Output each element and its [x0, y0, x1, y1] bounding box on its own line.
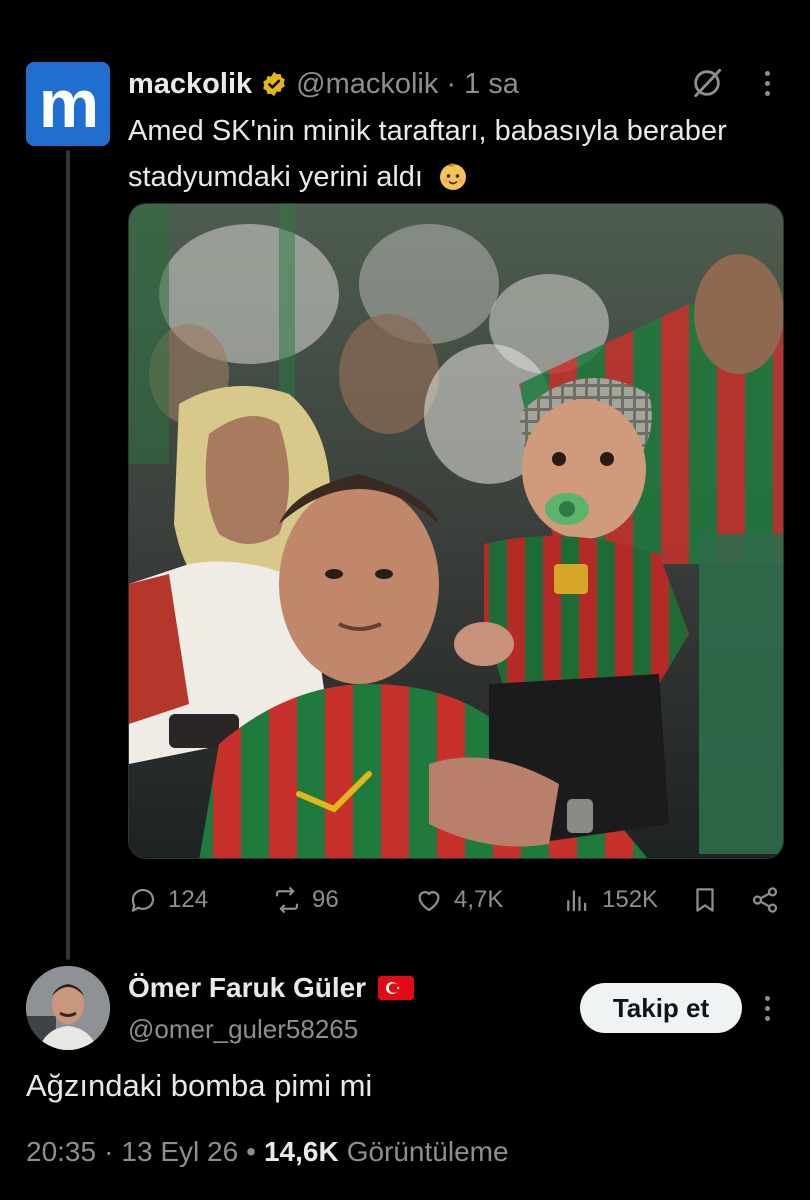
like-action[interactable]: 4,7K	[414, 880, 503, 920]
avatar-photo	[26, 966, 110, 1050]
follow-button[interactable]: Takip et	[580, 983, 742, 1033]
meta-separator-2: •	[246, 1136, 256, 1167]
reply-author-name[interactable]: Ömer Faruk Güler	[128, 972, 366, 1004]
turkey-flag-icon	[378, 976, 415, 1000]
stadium-fans-photo	[129, 204, 783, 858]
reply-author-header: Ömer Faruk Güler	[128, 968, 415, 1008]
author-name[interactable]: mackolik	[128, 68, 252, 101]
like-count: 4,7K	[454, 886, 504, 913]
reply-time[interactable]: 20:35	[26, 1136, 96, 1168]
verified-badge-icon[interactable]	[260, 70, 288, 98]
bookmark-action[interactable]	[690, 880, 720, 920]
reply-text: Ağzındaki bomba pimi mi	[26, 1068, 373, 1103]
meta-separator-1: ·	[104, 1136, 114, 1167]
reply-date[interactable]: 13 Eyl 26	[121, 1136, 238, 1168]
bookmark-icon	[696, 888, 714, 912]
tweet-text: Amed SK'nin minik taraftarı, babasıyla b…	[128, 108, 768, 200]
tweet-time[interactable]: 1 sa	[464, 68, 519, 101]
reply-action[interactable]: 124	[128, 880, 208, 920]
views-chart-icon	[567, 890, 587, 912]
avatar-logo-letter: m	[38, 66, 99, 142]
reply-more-options-icon[interactable]	[754, 990, 780, 1026]
reply-count: 124	[168, 886, 209, 913]
baby-face-emoji-icon	[440, 163, 467, 190]
share-icon	[752, 887, 778, 913]
repost-count: 96	[312, 886, 339, 913]
views-action[interactable]: 152K	[562, 880, 658, 920]
tweet-text-content: Amed SK'nin minik taraftarı, babasıyla b…	[128, 115, 727, 193]
thread-connector-line	[66, 150, 70, 960]
reply-author-avatar[interactable]	[26, 966, 110, 1050]
original-tweet-header: mackolik @mackolik · 1 sa	[128, 64, 519, 104]
reply-views-count: 14,6K	[263, 1136, 339, 1167]
reply-views-label: Görüntüleme	[346, 1136, 509, 1167]
header-separator: ·	[446, 67, 457, 100]
more-options-icon[interactable]	[754, 66, 780, 100]
grok-icon[interactable]	[690, 66, 724, 100]
mackolik-avatar[interactable]: m	[26, 62, 110, 146]
heart-icon	[418, 891, 440, 912]
author-handle[interactable]: @mackolik	[296, 68, 438, 101]
repost-action[interactable]: 96	[272, 880, 339, 920]
tweet-photo[interactable]	[128, 203, 784, 859]
repost-icon	[275, 886, 299, 914]
reply-icon	[131, 888, 155, 912]
tweet-action-bar: 124 96 4,7K 152K	[128, 880, 784, 920]
reply-meta: 20:35 · 13 Eyl 26 • 14,6K Görüntüleme	[26, 1136, 509, 1168]
tweet-detail-page: m mackolik @mackolik · 1 sa Amed SK'nin …	[0, 0, 810, 1200]
reply-author-handle[interactable]: @omer_guler58265	[128, 1014, 358, 1045]
share-action[interactable]	[750, 880, 780, 920]
views-count: 152K	[602, 886, 659, 913]
